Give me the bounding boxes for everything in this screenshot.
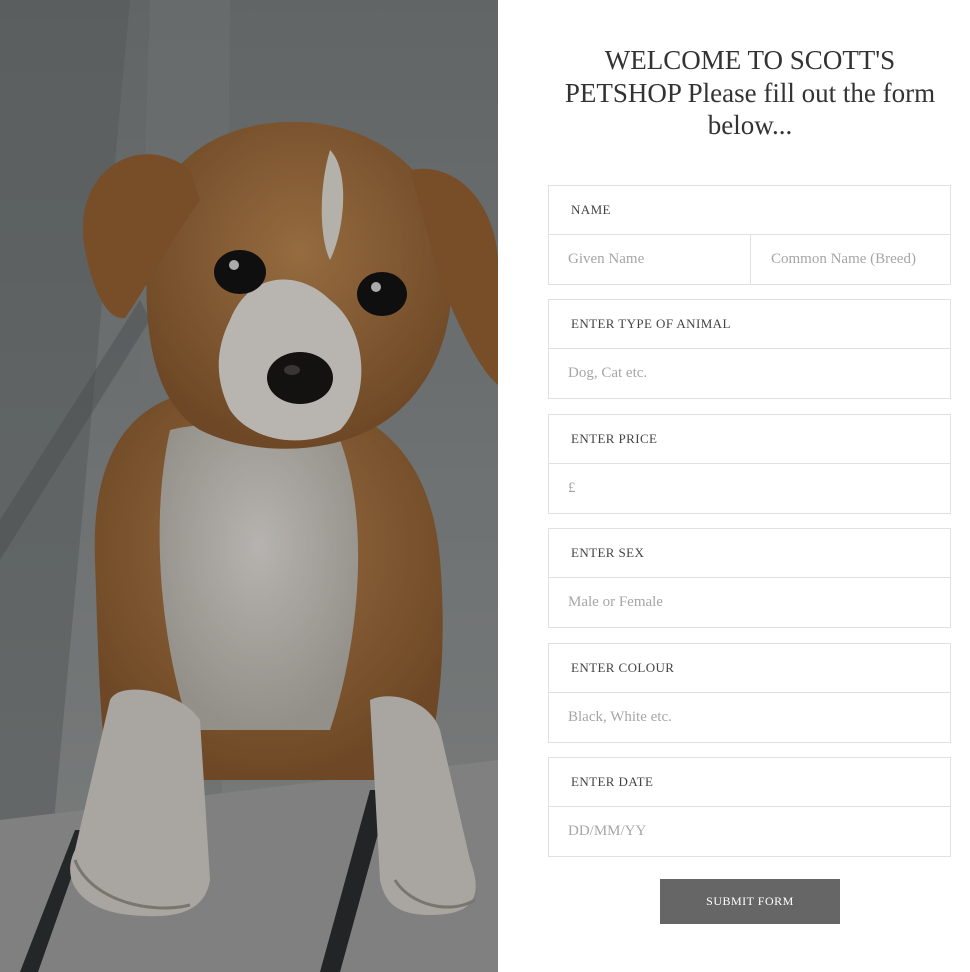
- price-input[interactable]: [549, 464, 950, 513]
- common-name-input[interactable]: [750, 235, 951, 284]
- date-label: ENTER DATE: [549, 758, 950, 807]
- animal-type-field-group: ENTER TYPE OF ANIMAL: [548, 299, 951, 399]
- name-field-group: NAME: [548, 185, 951, 285]
- name-label: NAME: [549, 186, 950, 235]
- submit-form-button[interactable]: SUBMIT FORM: [660, 879, 840, 924]
- colour-input[interactable]: [549, 693, 950, 742]
- colour-label: ENTER COLOUR: [549, 644, 950, 693]
- price-field-group: ENTER PRICE: [548, 414, 951, 514]
- price-label: ENTER PRICE: [549, 415, 950, 464]
- form-panel: WELCOME TO SCOTT'S PETSHOP Please fill o…: [498, 0, 970, 972]
- sex-input[interactable]: [549, 578, 950, 627]
- animal-type-label: ENTER TYPE OF ANIMAL: [549, 300, 950, 349]
- puppy-illustration: [0, 0, 498, 972]
- date-input[interactable]: [549, 807, 950, 856]
- date-field-group: ENTER DATE: [548, 757, 951, 857]
- sex-field-group: ENTER SEX: [548, 528, 951, 628]
- page-title: WELCOME TO SCOTT'S PETSHOP Please fill o…: [564, 45, 936, 140]
- given-name-input[interactable]: [549, 235, 750, 284]
- animal-type-input[interactable]: [549, 349, 950, 398]
- colour-field-group: ENTER COLOUR: [548, 643, 951, 743]
- puppy-photo: [0, 0, 498, 972]
- sex-label: ENTER SEX: [549, 529, 950, 578]
